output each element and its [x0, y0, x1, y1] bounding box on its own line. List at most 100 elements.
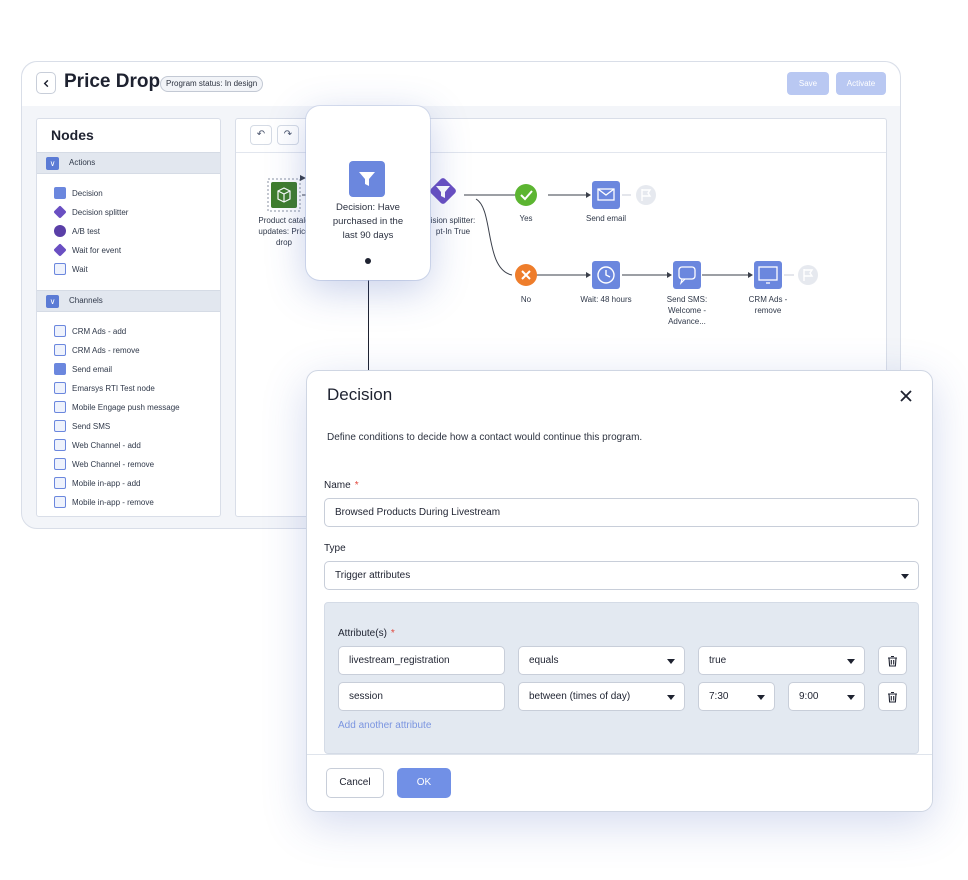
mobile-icon [54, 496, 66, 508]
name-input[interactable]: Browsed Products During Livestream [324, 498, 919, 527]
select-value: 9:00 [799, 691, 819, 702]
required-marker: * [390, 628, 395, 639]
nodes-panel: Nodes ∨ Actions Decision Decision splitt… [36, 118, 221, 517]
node-label-line: purchased in the [332, 216, 404, 227]
node-label-line: remove [754, 306, 782, 315]
value-select[interactable]: true [698, 646, 865, 675]
select-value: true [709, 655, 727, 666]
caret-down-icon [847, 659, 855, 664]
cancel-button[interactable]: Cancel [326, 768, 384, 798]
arrow-head [586, 272, 591, 278]
connector-dot [365, 258, 371, 264]
attribute-name-input[interactable]: livestream_registration [338, 646, 505, 675]
node-item-wait-for-event[interactable]: Wait for event [53, 243, 122, 257]
activate-button[interactable]: Activate [836, 72, 886, 95]
node-item-label: Wait [72, 264, 88, 274]
back-button[interactable] [36, 72, 56, 94]
chevron-collapse-icon: ∨ [46, 295, 59, 308]
caret-down-icon [847, 695, 855, 700]
node-item-mobile-inapp-remove[interactable]: Mobile in-app - remove [54, 495, 154, 509]
node-item-decision-splitter[interactable]: Decision splitter [53, 205, 129, 219]
crm-ads-icon [54, 325, 66, 337]
node-item-mobile-push[interactable]: Mobile Engage push message [54, 400, 180, 414]
email-icon [54, 363, 66, 375]
node-label-line: last 90 days [342, 230, 394, 241]
node-label-line: Welcome - [667, 306, 707, 315]
node-item-label: Wait for event [72, 245, 122, 255]
node-item-label: Emarsys RTI Test node [72, 383, 155, 393]
wait-node[interactable] [592, 261, 620, 289]
crm-ads-node[interactable] [754, 261, 782, 289]
node-item-mobile-inapp-add[interactable]: Mobile in-app - add [54, 476, 140, 490]
operator-select[interactable]: between (times of day) [518, 682, 685, 711]
node-item-decision[interactable]: Decision [54, 186, 103, 200]
node-item-send-email[interactable]: Send email [54, 362, 112, 376]
node-item-label: CRM Ads - remove [72, 345, 140, 355]
delete-attribute-button[interactable] [878, 682, 907, 711]
node-label-line: Decision: Have [336, 202, 400, 213]
node-label-line: Advance... [668, 317, 706, 326]
caret-down-icon [667, 695, 675, 700]
node-item-label: Decision [72, 188, 103, 198]
node-item-label: Mobile in-app - remove [72, 497, 154, 507]
dialog-footer: Cancel OK [307, 754, 932, 811]
node-item-send-sms[interactable]: Send SMS [54, 419, 110, 433]
node-item-label: CRM Ads - add [72, 326, 127, 336]
decision-splitter-node[interactable] [429, 177, 457, 205]
chevron-left-icon [43, 79, 48, 87]
section-label: Actions [69, 158, 96, 167]
chevron-collapse-icon: ∨ [46, 157, 59, 170]
attribute-name-input[interactable]: session [338, 682, 505, 711]
arrow-head [667, 272, 672, 278]
node-item-label: Web Channel - add [72, 440, 141, 450]
send-sms-node[interactable] [673, 261, 701, 289]
web-channel-icon [54, 439, 66, 451]
page-title: Price Drop [64, 71, 161, 92]
node-item-label: Mobile Engage push message [72, 402, 180, 412]
node-item-label: A/B test [72, 226, 101, 236]
time-from-select[interactable]: 7:30 [698, 682, 775, 711]
push-icon [54, 401, 66, 413]
attributes-label: Attribute(s) * [338, 628, 395, 639]
type-select[interactable]: Trigger attributes [324, 561, 919, 590]
node-item-crm-ads-remove[interactable]: CRM Ads - remove [54, 343, 140, 357]
no-node[interactable] [515, 264, 537, 286]
node-item-web-channel-add[interactable]: Web Channel - add [54, 438, 141, 452]
trash-icon [888, 655, 897, 667]
ok-button[interactable]: OK [397, 768, 451, 798]
send-email-node[interactable] [592, 181, 620, 209]
type-field-label: Type [324, 543, 346, 554]
node-item-wait[interactable]: Wait [54, 262, 88, 276]
save-button[interactable]: Save [787, 72, 829, 95]
time-to-select[interactable]: 9:00 [788, 682, 865, 711]
mobile-icon [54, 477, 66, 489]
add-attribute-link[interactable]: Add another attribute [338, 720, 431, 731]
node-item-ab-test[interactable]: A/B test [54, 224, 100, 238]
ab-test-icon [54, 225, 66, 237]
crm-ads-icon [54, 344, 66, 356]
operator-select[interactable]: equals [518, 646, 685, 675]
filter-icon [359, 172, 375, 186]
delete-attribute-button[interactable] [878, 646, 907, 675]
node-item-rti-test[interactable]: Emarsys RTI Test node [54, 381, 155, 395]
flow-connector [475, 198, 513, 276]
close-icon [900, 390, 912, 402]
decision-node-highlight[interactable]: Decision: Have purchased in the last 90 … [306, 106, 430, 280]
wait-for-event-icon [53, 243, 67, 257]
select-value: equals [529, 655, 559, 666]
product-catalog-node[interactable] [267, 178, 301, 212]
node-item-crm-ads-add[interactable]: CRM Ads - add [54, 324, 126, 338]
section-header-channels[interactable]: ∨ Channels [37, 290, 220, 312]
caret-down-icon [757, 695, 765, 700]
node-item-label: Decision splitter [72, 207, 129, 217]
close-button[interactable] [897, 387, 915, 405]
section-header-actions[interactable]: ∨ Actions [37, 152, 220, 174]
node-item-web-channel-remove[interactable]: Web Channel - remove [54, 457, 154, 471]
node-label-line: pt-In True [435, 227, 471, 236]
node-label-line: CRM Ads - [748, 295, 788, 304]
yes-node[interactable] [515, 184, 537, 206]
program-header: Price Drop Program status: In design Sav… [22, 62, 900, 106]
decision-icon [54, 187, 66, 199]
end-flag-icon [636, 185, 656, 205]
status-badge: Program status: In design [160, 76, 264, 92]
